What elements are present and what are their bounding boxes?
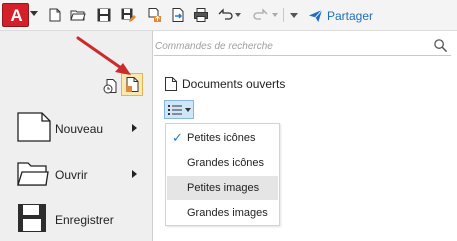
share-button[interactable]: Partager bbox=[308, 7, 373, 24]
save-large-icon bbox=[18, 204, 46, 232]
open-from-web-icon[interactable] bbox=[170, 7, 186, 23]
save-to-web-icon[interactable] bbox=[146, 7, 162, 23]
save-command[interactable]: Enregistrer bbox=[0, 197, 150, 241]
command-search bbox=[154, 37, 451, 56]
new-file-icon[interactable] bbox=[47, 7, 63, 23]
chevron-down-icon bbox=[185, 108, 191, 112]
menu-item-large-icons[interactable]: Grandes icônes bbox=[167, 151, 278, 175]
panel-title: Documents ouverts bbox=[164, 75, 285, 93]
checkmark-icon: ✓ bbox=[172, 130, 183, 145]
open-folder-large-icon bbox=[17, 162, 49, 186]
print-icon[interactable] bbox=[193, 7, 209, 23]
customize-toolbar-icon[interactable] bbox=[290, 13, 298, 18]
redo-dropdown-icon bbox=[272, 13, 278, 17]
quick-access-toolbar: A Partager bbox=[0, 0, 457, 31]
new-command[interactable]: Nouveau bbox=[0, 105, 150, 149]
menu-item-large-images[interactable]: Grandes images bbox=[167, 201, 278, 225]
menu-item-label: Grandes images bbox=[187, 207, 268, 219]
recent-documents-icon[interactable] bbox=[103, 78, 119, 94]
search-input[interactable] bbox=[154, 37, 424, 55]
open-command-label: Ouvrir bbox=[55, 168, 88, 182]
annotation-arrow bbox=[76, 36, 131, 75]
open-command[interactable]: Ouvrir bbox=[0, 151, 150, 195]
menu-item-small-images[interactable]: Petites images bbox=[167, 176, 278, 200]
menu-item-label: Petites images bbox=[187, 182, 260, 194]
list-view-icon bbox=[168, 105, 182, 115]
document-icon bbox=[165, 77, 177, 91]
new-command-label: Nouveau bbox=[55, 122, 104, 136]
view-mode-menu: ✓ Petites icônes Grandes icônes Petites … bbox=[165, 123, 280, 226]
menu-item-label: Petites icônes bbox=[187, 132, 256, 144]
undo-dropdown-icon[interactable] bbox=[235, 13, 241, 17]
panel-title-text: Documents ouverts bbox=[182, 77, 286, 91]
save-command-label: Enregistrer bbox=[55, 213, 114, 227]
open-folder-icon[interactable] bbox=[70, 7, 86, 23]
app-logo-letter: A bbox=[10, 6, 23, 25]
new-document-icon bbox=[17, 112, 51, 142]
menu-item-label: Grandes icônes bbox=[187, 157, 265, 169]
view-mode-dropdown[interactable] bbox=[164, 100, 194, 119]
share-label: Partager bbox=[327, 8, 374, 23]
app-menu-dropdown-icon[interactable] bbox=[30, 11, 38, 16]
save-icon[interactable] bbox=[96, 7, 112, 23]
search-icon[interactable] bbox=[433, 38, 448, 53]
toolbar-separator bbox=[283, 8, 284, 22]
save-as-icon[interactable] bbox=[120, 7, 136, 23]
menu-item-small-icons[interactable]: ✓ Petites icônes bbox=[167, 126, 278, 150]
application-menu-button[interactable]: A bbox=[2, 3, 29, 27]
paper-plane-icon bbox=[308, 9, 323, 23]
undo-icon[interactable] bbox=[217, 7, 233, 23]
redo-icon[interactable] bbox=[253, 7, 269, 23]
submenu-arrow-icon bbox=[132, 124, 137, 132]
submenu-arrow-icon bbox=[132, 170, 137, 178]
